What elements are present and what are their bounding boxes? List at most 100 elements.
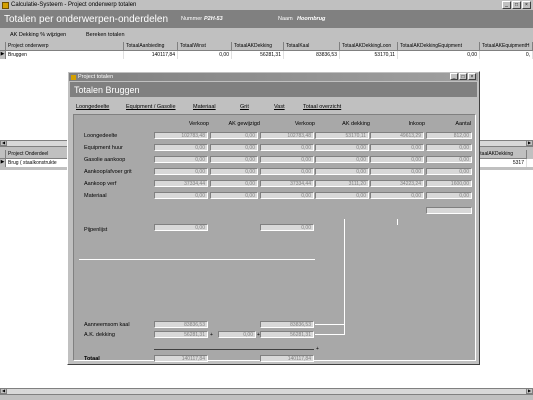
scroll-left-icon[interactable]: ◀ xyxy=(0,140,7,146)
cell[interactable]: Bruggen xyxy=(6,51,124,59)
cell[interactable]: 56281,31 xyxy=(232,51,284,59)
value-field[interactable]: 102783,48 xyxy=(260,132,314,139)
connector-line xyxy=(315,324,345,325)
value-field[interactable]: 37334,44 xyxy=(154,180,208,187)
value-field[interactable]: 0,00 xyxy=(210,180,258,187)
cell[interactable]: 140117,84 xyxy=(124,51,178,59)
col-header[interactable]: TotaalAKEquipmentH xyxy=(480,42,533,51)
table-row[interactable]: ▶ Bruggen 140117,84 0,00 56281,31 83836,… xyxy=(0,51,533,59)
tab-materiaal[interactable]: Materiaal xyxy=(193,104,216,110)
maximize-button[interactable]: □ xyxy=(459,73,467,80)
col-header[interactable]: TotaalAKDekkingLoon xyxy=(340,42,398,51)
value-field[interactable]: 3111,20 xyxy=(315,180,369,187)
value-field[interactable]: 102783,48 xyxy=(154,132,208,139)
value-field[interactable]: 0,00 xyxy=(370,192,424,199)
value-field[interactable]: 0,00 xyxy=(154,144,208,151)
ak-dekking-left-field[interactable]: 56281,31 xyxy=(154,331,208,338)
aantal-extra-field[interactable] xyxy=(426,207,472,214)
value-field[interactable]: 0,00 xyxy=(154,192,208,199)
value-field[interactable]: 0,00 xyxy=(426,156,472,163)
value-field[interactable]: 0,00 xyxy=(210,144,258,151)
tab-equipment-gasolie[interactable]: Equipment / Gasolie xyxy=(126,104,176,110)
window-title: Calculatie-Systeem - Project onderwerp t… xyxy=(11,2,137,8)
col-header[interactable]: Project Onderdeel xyxy=(6,150,68,159)
ak-dekking-right-field[interactable]: 56281,31 xyxy=(260,331,314,338)
tab-loongedeelte[interactable]: Loongedeelte xyxy=(76,104,109,110)
dialog-header-title: Totalen Bruggen xyxy=(74,84,140,95)
tab-vast[interactable]: Vast xyxy=(274,104,285,110)
col-header[interactable]: TotaalAanbieding xyxy=(124,42,178,51)
value-field[interactable]: 0,00 xyxy=(210,156,258,163)
scroll-right-icon[interactable]: ▶ xyxy=(526,388,533,394)
col-header[interactable]: TotaalAKDekking xyxy=(473,150,527,159)
value-field[interactable]: 0,00 xyxy=(315,156,369,163)
ak-dekking-button[interactable]: AK Dekking % wijzigen xyxy=(10,32,66,38)
onderwerp-grid: Project onderwerp TotaalAanbieding Totaa… xyxy=(0,42,533,64)
cell[interactable]: 53170,11 xyxy=(340,51,398,59)
value-field[interactable]: 0,00 xyxy=(260,192,314,199)
scroll-left-icon[interactable]: ◀ xyxy=(0,388,7,394)
grid-header: Project onderwerp TotaalAanbieding Totaa… xyxy=(0,42,533,51)
col-header[interactable]: Project onderwerp xyxy=(6,42,124,51)
value-field[interactable]: 0,00 xyxy=(426,168,472,175)
value-field[interactable]: 0,00 xyxy=(260,156,314,163)
minimize-button[interactable]: _ xyxy=(450,73,458,80)
col-header[interactable]: TotaalAKDekking xyxy=(232,42,284,51)
value-field[interactable]: 0,00 xyxy=(370,144,424,151)
value-field[interactable]: 49613,29 xyxy=(370,132,424,139)
value-field[interactable]: 34223,24 xyxy=(370,180,424,187)
close-button[interactable]: × xyxy=(522,1,531,9)
value-field[interactable]: 0,00 xyxy=(315,144,369,151)
cell[interactable]: 0, xyxy=(480,51,533,59)
value-field[interactable]: 0,00 xyxy=(315,168,369,175)
value-field[interactable]: 812,00 xyxy=(426,132,472,139)
value-field[interactable]: 0,00 xyxy=(426,144,472,151)
value-field[interactable]: 0,00 xyxy=(260,168,314,175)
value-field[interactable]: 0,00 xyxy=(370,156,424,163)
totaal-left-field[interactable]: 140117,84 xyxy=(154,355,208,362)
col-header[interactable]: TotaalKaal xyxy=(284,42,340,51)
value-field[interactable]: 0,00 xyxy=(210,192,258,199)
cell[interactable]: 5317 xyxy=(473,159,527,167)
cell[interactable]: 0,00 xyxy=(178,51,232,59)
totaal-right-field[interactable]: 140117,84 xyxy=(260,355,314,362)
col-verkoop-2: Verkoop xyxy=(294,121,315,127)
value-field[interactable]: 0,00 xyxy=(315,192,369,199)
value-field[interactable]: 37334,44 xyxy=(260,180,314,187)
minimize-button[interactable]: _ xyxy=(502,1,511,9)
naam-label: Naam xyxy=(278,16,293,22)
horizontal-scrollbar-bottom[interactable] xyxy=(0,388,533,395)
connector-line xyxy=(344,219,345,334)
col-header[interactable]: TotaalWinst xyxy=(178,42,232,51)
cell[interactable]: 83836,53 xyxy=(284,51,340,59)
value-field[interactable]: 1600,00 xyxy=(426,180,472,187)
scroll-right-icon[interactable]: ▶ xyxy=(526,140,533,146)
col-ak-dekking: AK dekking xyxy=(342,121,370,127)
value-field[interactable]: 0,00 xyxy=(260,144,314,151)
ak-dekking-mid-field[interactable]: 0,00 xyxy=(218,331,256,338)
value-field[interactable]: 0,00 xyxy=(154,168,208,175)
page-title: Totalen per onderwerpen-onderdelen xyxy=(4,13,169,25)
aanneemsom-right-field[interactable]: 83836,53 xyxy=(260,321,314,328)
cell[interactable]: Brug ( staalkonstrukte xyxy=(6,159,68,167)
value-field[interactable]: 53170,11 xyxy=(315,132,369,139)
value-field[interactable]: 0,00 xyxy=(154,156,208,163)
col-ak-gewijzigd: AK gewijzigd xyxy=(228,121,261,127)
value-field[interactable]: 0,00 xyxy=(210,132,258,139)
tab-grit[interactable]: Grit xyxy=(240,104,249,110)
dialog-title: Project totalen xyxy=(78,74,114,80)
cell[interactable]: 0,00 xyxy=(398,51,480,59)
col-verkoop: Verkoop xyxy=(188,121,209,127)
bereken-totalen-button[interactable]: Bereken totalen xyxy=(86,32,125,38)
pijpenlijst-left-field[interactable]: 0,00 xyxy=(154,224,208,231)
value-field[interactable]: 0,00 xyxy=(370,168,424,175)
dialog-header: Totalen Bruggen xyxy=(70,82,477,97)
tab-totaal-overzicht[interactable]: Totaal overzicht xyxy=(303,104,341,110)
pijpenlijst-right-field[interactable]: 0,00 xyxy=(260,224,314,231)
value-field[interactable]: 0,00 xyxy=(210,168,258,175)
col-header[interactable]: TotaalAKDekkingEquipment xyxy=(398,42,480,51)
close-button[interactable]: × xyxy=(468,73,476,80)
value-field[interactable]: 0,00 xyxy=(426,192,472,199)
maximize-button[interactable]: □ xyxy=(512,1,521,9)
aanneemsom-left-field[interactable]: 83836,53 xyxy=(154,321,208,328)
